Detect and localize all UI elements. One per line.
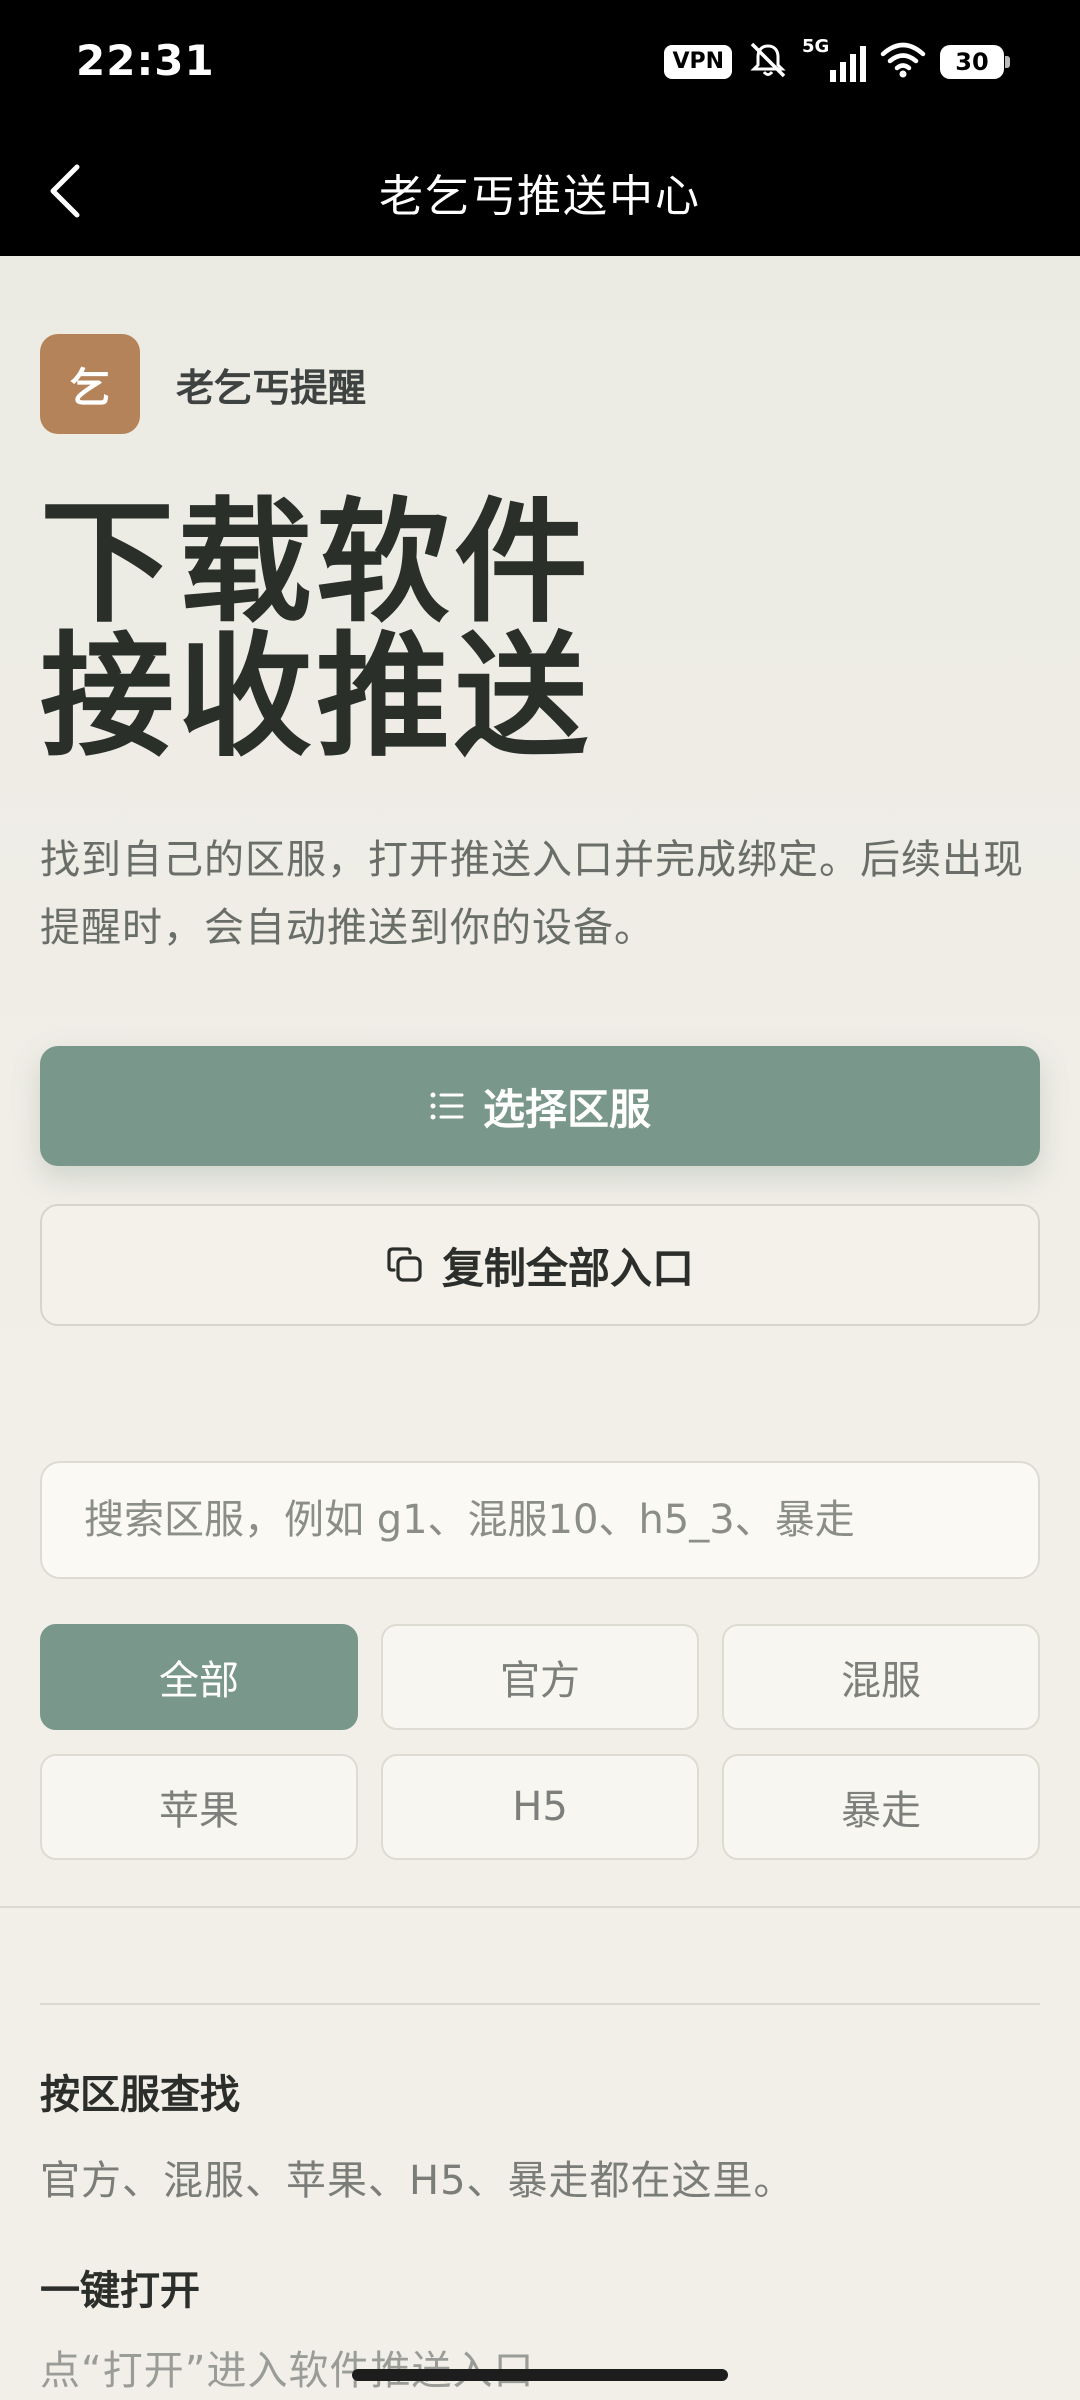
filter-chips: 全部 官方 混服 苹果 H5 暴走 <box>40 1624 1040 1860</box>
info-text-open: 点“打开”进入软件推送入口 <box>40 2348 535 2394</box>
filter-chip-baozou[interactable]: 暴走 <box>722 1754 1040 1860</box>
filter-chip-apple[interactable]: 苹果 <box>40 1754 358 1860</box>
hero-title-line-1: 下载软件 <box>40 485 593 641</box>
wifi-icon <box>880 42 926 82</box>
vpn-badge: VPN <box>664 45 732 79</box>
section-divider <box>0 1906 1080 1908</box>
info-heading-find: 按区服查找 <box>40 2072 240 2118</box>
filter-chip-mixed[interactable]: 混服 <box>722 1624 1040 1730</box>
brand-row: 乞 老乞丐提醒 <box>40 334 366 434</box>
brand-name: 老乞丐提醒 <box>176 365 367 410</box>
list-icon <box>429 1090 465 1122</box>
copy-icon <box>386 1246 424 1284</box>
status-icons: VPN 5G 30 <box>664 36 1010 84</box>
filter-chip-h5[interactable]: H5 <box>381 1754 699 1860</box>
battery-icon: 30 <box>940 45 1010 79</box>
select-server-button[interactable]: 选择区服 <box>40 1046 1040 1166</box>
status-time: 22:31 <box>76 36 215 85</box>
filter-chip-official[interactable]: 官方 <box>381 1624 699 1730</box>
copy-all-button[interactable]: 复制全部入口 <box>40 1204 1040 1326</box>
brand-logo: 乞 <box>40 334 140 434</box>
hero-description: 找到自己的区服，打开推送入口并完成绑定。后续出现提醒时，会自动推送到你的设备。 <box>40 837 1024 951</box>
page-title: 老乞丐推送中心 <box>379 171 701 222</box>
network-type: 5G <box>802 36 830 57</box>
mute-icon <box>746 40 790 84</box>
info-text-find: 官方、混服、苹果、H5、暴走都在这里。 <box>40 2158 795 2204</box>
signal-icon: 5G <box>802 36 866 82</box>
copy-all-label: 复制全部入口 <box>441 1243 694 1293</box>
status-bar: 22:31 VPN 5G 30 <box>0 0 1080 128</box>
search-box[interactable] <box>40 1461 1040 1579</box>
hero-title-line-2: 接收推送 <box>40 619 593 775</box>
inner-divider <box>40 2003 1040 2005</box>
home-indicator[interactable] <box>352 2369 728 2381</box>
filter-chip-all[interactable]: 全部 <box>40 1624 358 1730</box>
hero-section: 乞 老乞丐提醒 下载软件 接收推送 找到自己的区服，打开推送入口并完成绑定。后续… <box>0 256 1080 1420</box>
title-bar: 老乞丐推送中心 <box>0 128 1080 256</box>
search-input[interactable] <box>82 1496 1038 1544</box>
info-heading-open: 一键打开 <box>40 2268 200 2314</box>
hero-title: 下载软件 接收推送 <box>40 496 592 764</box>
select-server-label: 选择区服 <box>482 1084 651 1134</box>
